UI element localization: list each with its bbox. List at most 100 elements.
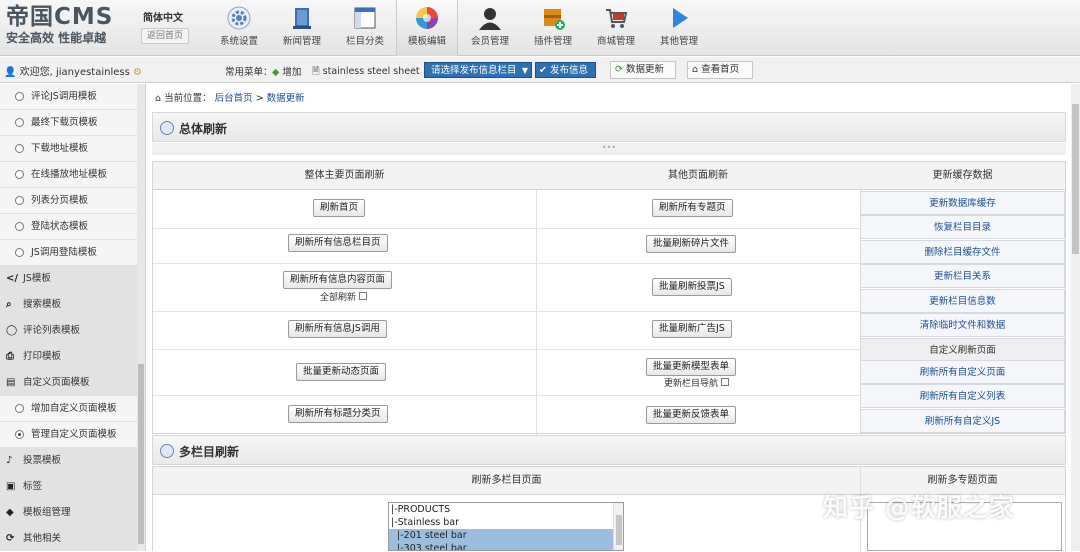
nav-label: 栏目分类 (345, 36, 384, 47)
full-refresh-checkbox[interactable] (359, 292, 368, 300)
page-icon: ▤ (6, 377, 16, 388)
main-scrollbar[interactable] (1071, 84, 1080, 551)
nav-label: 其他管理 (659, 36, 698, 47)
sidebar-item[interactable]: 最终下载页模板 (0, 110, 145, 136)
sidebar-item[interactable]: 管理自定义页面模板 (0, 422, 145, 448)
column-select-value: 请选择发布信息栏目 (431, 65, 517, 76)
sidebar-item[interactable]: ▤ 自定义页面模板 (0, 370, 145, 396)
update-column-info-count-link[interactable]: 更新栏目信息数 (860, 289, 1065, 313)
update-column-relations-link[interactable]: 更新栏目关系 (860, 264, 1065, 288)
add-link[interactable]: ◆ 增加 (272, 64, 301, 78)
refresh-custom-lists-link[interactable]: 刷新所有自定义列表 (860, 384, 1065, 408)
full-refresh-option[interactable]: 全部刷新 (320, 290, 368, 303)
listbox-scrollbar[interactable] (613, 503, 623, 550)
panel-icon (160, 444, 174, 458)
refresh-home-button[interactable]: 刷新首页 (313, 199, 366, 217)
batch-update-model-form-button[interactable]: 批量更新模型表单 (646, 358, 737, 376)
scroll-thumb[interactable] (1072, 104, 1079, 254)
nav-plugins[interactable]: 插件管理 (522, 0, 584, 56)
collapse-handle[interactable]: ••• (152, 143, 1066, 155)
refresh-title-category-button[interactable]: 刷新所有标题分类页 (288, 405, 388, 423)
column-select[interactable]: 请选择发布信息栏目 ▼ (424, 62, 532, 78)
sidebar-item[interactable]: 增加自定义页面模板 (0, 396, 145, 422)
nav-shop[interactable]: 商城管理 (585, 0, 647, 56)
nav-system-settings[interactable]: 系统设置 (208, 0, 270, 56)
sidebar-item[interactable]: ♪ 投票模板 (0, 448, 145, 474)
radio-icon (15, 222, 24, 231)
breadcrumb: ⌂ 当前位置： 后台首页 > 数据更新 (155, 90, 305, 104)
refresh-all-topics-button[interactable]: 刷新所有专题页 (652, 199, 733, 217)
tag-icon: ▣ (6, 481, 16, 492)
sidebar-item[interactable]: </ JS模板 (0, 266, 145, 292)
refresh-all-content-pages-button[interactable]: 刷新所有信息内容页面 (283, 271, 393, 289)
sidebar-item[interactable]: 在线播放地址模板 (0, 162, 145, 188)
update-column-nav-checkbox[interactable] (721, 378, 730, 386)
microphone-icon: ♪ (6, 455, 13, 466)
sidebar-item[interactable]: ◯ 评论列表模板 (0, 318, 145, 344)
col-cache-data: 更新缓存数据 (860, 162, 1065, 190)
update-column-nav-label: 更新栏目导航 (664, 379, 719, 389)
batch-refresh-ad-js-button[interactable]: 批量刷新广告JS (652, 320, 732, 338)
breadcrumb-sep: > (255, 93, 264, 104)
sidebar-item[interactable]: 评论JS调用模板 (0, 84, 145, 110)
sidebar-item[interactable]: ⎙ 打印模板 (0, 344, 145, 370)
publish-button[interactable]: ✔ 发布信息 (535, 62, 596, 78)
column-option[interactable]: |-Stainless bar (389, 516, 623, 529)
sidebar-scrollbar[interactable] (137, 84, 145, 551)
refresh-custom-pages-link[interactable]: 刷新所有自定义页面 (860, 360, 1065, 384)
nav-news[interactable]: 新闻管理 (271, 0, 333, 56)
column-multiselect[interactable]: |-PRODUCTS |-Stainless bar |-201 steel ba… (388, 502, 624, 551)
stainless-steel-sheet-link[interactable]: 🗎 stainless steel sheet (312, 64, 420, 80)
nav-template-edit[interactable]: 模板编辑 (396, 0, 458, 56)
sidebar-item[interactable]: JS调用登陆模板 (0, 240, 145, 266)
batch-refresh-vote-js-button[interactable]: 批量刷新投票JS (652, 278, 732, 296)
document-icon (293, 8, 311, 29)
clear-temp-files-link[interactable]: 清除临时文件和数据 (860, 313, 1065, 337)
nav-other[interactable]: 其他管理 (648, 0, 710, 56)
sidebar-item[interactable]: ⌕ 搜索模板 (0, 292, 145, 318)
restore-column-dir-link[interactable]: 恢复栏目目录 (860, 215, 1065, 239)
sidebar-item[interactable]: ▣ 标签 (0, 474, 145, 500)
batch-update-feedback-form-button[interactable]: 批量更新反馈表单 (646, 406, 737, 424)
breadcrumb-home[interactable]: 后台首页 (215, 93, 253, 104)
sidebar-item-label: 评论JS调用模板 (31, 91, 97, 102)
language-switch[interactable]: 简体中文 (143, 9, 183, 24)
view-home-button[interactable]: ⌂ 查看首页 (687, 61, 753, 79)
breadcrumb-current[interactable]: 数据更新 (267, 93, 305, 104)
color-wheel-icon (416, 7, 438, 29)
sidebar-item[interactable]: 下载地址模板 (0, 136, 145, 162)
nav-label: 会员管理 (470, 36, 509, 47)
nav-members[interactable]: 会员管理 (459, 0, 521, 56)
sidebar-item[interactable]: ◆ 模板组管理 (0, 500, 145, 526)
update-column-nav-option[interactable]: 更新栏目导航 (664, 376, 730, 389)
nav-category[interactable]: 栏目分类 (334, 0, 396, 56)
scroll-thumb[interactable] (616, 515, 622, 545)
batch-update-dynamic-button[interactable]: 批量更新动态页面 (296, 363, 387, 381)
scroll-thumb[interactable] (138, 364, 144, 544)
plugin-icon (544, 9, 565, 30)
batch-refresh-fragments-button[interactable]: 批量刷新碎片文件 (646, 235, 737, 253)
column-option[interactable]: |-PRODUCTS (389, 503, 623, 516)
data-update-label: 数据更新 (626, 64, 665, 75)
refresh-all-js-button[interactable]: 刷新所有信息JS调用 (288, 320, 387, 338)
column-option[interactable]: |-201 steel bar (389, 529, 623, 542)
data-update-button[interactable]: ⟳ 数据更新 (610, 61, 676, 79)
panel-icon (160, 121, 174, 135)
quick-menu-bar: 👤 欢迎您, jianyestainless ⚙ 常用菜单： ◆ 增加 🗎 st… (0, 57, 1080, 83)
refresh-all-column-pages-button[interactable]: 刷新所有信息栏目页 (288, 234, 388, 252)
sidebar-item[interactable]: 登陆状态模板 (0, 214, 145, 240)
settings-icon[interactable]: ⚙ (133, 67, 142, 78)
user-icon (479, 8, 501, 30)
brand-slogan: 安全高效 性能卓越 (6, 31, 107, 45)
sidebar-item[interactable]: ⟳ 其他相关 (0, 526, 145, 551)
sidebar-item-label: 评论列表模板 (23, 325, 81, 336)
user-icon: 👤 (4, 67, 17, 78)
column-option[interactable]: |-303 steel bar (389, 542, 623, 550)
return-home-button[interactable]: 返回首页 (141, 28, 189, 44)
update-db-cache-link[interactable]: 更新数据库缓存 (860, 191, 1065, 215)
code-icon: </ (6, 273, 19, 284)
refresh-custom-js-link[interactable]: 刷新所有自定义JS (860, 409, 1065, 433)
delete-column-cache-link[interactable]: 删除栏目缓存文件 (860, 240, 1065, 264)
sidebar-item[interactable]: 列表分页模板 (0, 188, 145, 214)
breadcrumb-prefix: 当前位置： (164, 93, 212, 104)
